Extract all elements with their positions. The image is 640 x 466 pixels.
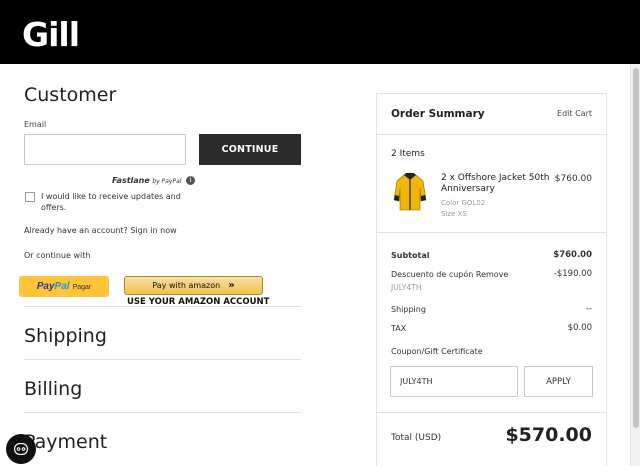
product-size: Size XS bbox=[441, 210, 467, 218]
items-count: 2 Items bbox=[391, 149, 425, 159]
billing-heading[interactable]: Billing bbox=[24, 378, 82, 400]
fastlane-badge: Fastlane by PayPal i bbox=[112, 176, 195, 185]
discount-code: JULY4TH bbox=[391, 283, 422, 292]
scrollbar-thumb[interactable] bbox=[633, 68, 639, 428]
scrollbar[interactable] bbox=[630, 64, 640, 466]
or-continue-text: Or continue with bbox=[24, 251, 91, 260]
divider bbox=[24, 359, 301, 360]
newsletter-checkbox[interactable] bbox=[25, 192, 35, 202]
chat-button[interactable] bbox=[6, 434, 36, 464]
jacket-image bbox=[393, 172, 427, 211]
gill-logo[interactable]: Gill bbox=[22, 18, 80, 52]
divider bbox=[377, 134, 606, 135]
newsletter-label: I would like to receive updates and offe… bbox=[41, 192, 181, 212]
coupon-label: Coupon/Gift Certificate bbox=[391, 347, 483, 356]
paypal-pagar: Pagar bbox=[72, 284, 92, 291]
tax-label: TAX bbox=[391, 324, 407, 333]
amazon-pay-button[interactable]: Pay with amazon » bbox=[124, 276, 263, 295]
paypal-button[interactable]: PayPal Pagar bbox=[19, 276, 109, 297]
total-value: $570.00 bbox=[505, 424, 592, 446]
fastlane-brand: Fastlane bbox=[112, 176, 150, 185]
discount-label[interactable]: Descuento de cupón Remove bbox=[391, 270, 508, 279]
sign-in-link[interactable]: Already have an account? Sign in now bbox=[24, 226, 177, 235]
email-label: Email bbox=[24, 120, 47, 129]
tax-value: $0.00 bbox=[567, 323, 592, 333]
coupon-field[interactable] bbox=[390, 366, 518, 397]
product-name: 2 x Offshore Jacket 50th Anniversary bbox=[441, 173, 550, 194]
paypal-logo: PayPal bbox=[36, 281, 70, 292]
amazon-pay-label: Pay with amazon bbox=[152, 281, 221, 290]
shipping-value: -- bbox=[585, 304, 592, 314]
subtotal-value: $760.00 bbox=[553, 250, 592, 260]
fastlane-by: by PayPal bbox=[152, 178, 182, 185]
divider bbox=[24, 306, 301, 307]
site-header: Gill bbox=[0, 0, 640, 64]
email-field[interactable] bbox=[24, 134, 186, 165]
chevrons-icon: » bbox=[228, 280, 235, 291]
info-icon[interactable]: i bbox=[185, 176, 195, 185]
divider bbox=[377, 412, 606, 413]
shipping-heading[interactable]: Shipping bbox=[24, 325, 107, 347]
payment-heading[interactable]: Payment bbox=[24, 431, 107, 453]
discount-value: -$190.00 bbox=[553, 269, 592, 279]
product-price: $760.00 bbox=[554, 174, 592, 184]
subtotal-label: Subtotal bbox=[391, 251, 430, 260]
product-color: Color GOL02 bbox=[441, 199, 486, 207]
order-summary: Order Summary Edit Cart 2 Items 2 x Offs… bbox=[376, 93, 607, 466]
customer-heading: Customer bbox=[24, 84, 117, 106]
total-label: Total (USD) bbox=[391, 433, 442, 443]
order-summary-title: Order Summary bbox=[391, 108, 485, 120]
edit-cart-link[interactable]: Edit Cart bbox=[557, 109, 592, 118]
shipping-label: Shipping bbox=[391, 305, 426, 314]
continue-button[interactable]: CONTINUE bbox=[199, 134, 301, 165]
chat-icon bbox=[14, 443, 28, 455]
divider bbox=[377, 232, 606, 233]
apply-button[interactable]: APPLY bbox=[524, 366, 593, 397]
divider bbox=[24, 412, 301, 413]
